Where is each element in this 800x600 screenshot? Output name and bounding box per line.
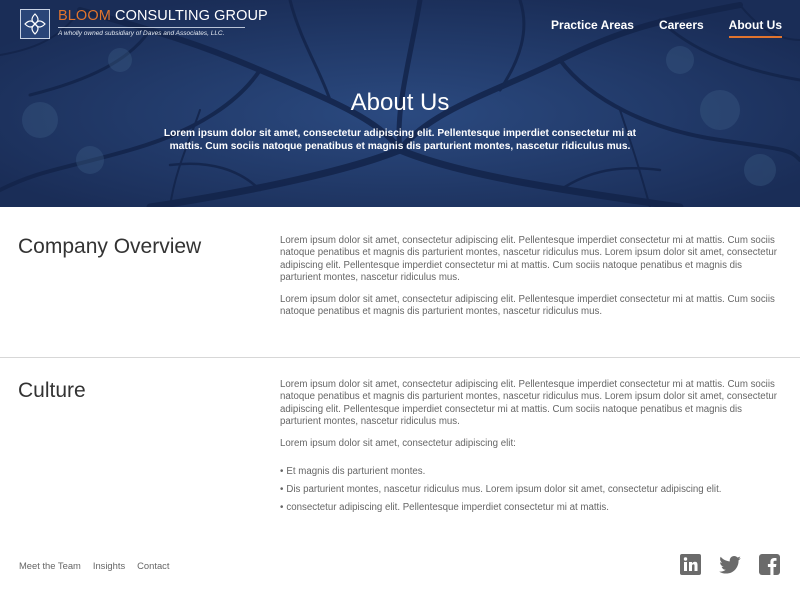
company-overview-heading: Company Overview bbox=[18, 235, 202, 258]
linkedin-icon[interactable] bbox=[680, 554, 701, 580]
logo-emblem-icon bbox=[20, 9, 50, 39]
page-title: About Us bbox=[350, 89, 450, 116]
bullet-glyph: • bbox=[280, 484, 284, 496]
hero-intro-text: Lorem ipsum dolor sit amet, consectetur … bbox=[163, 128, 637, 152]
facebook-icon[interactable] bbox=[759, 554, 780, 580]
logo-divider bbox=[58, 26, 245, 28]
hero-banner: BLOOM CONSULTING GROUP A wholly owned su… bbox=[0, 0, 800, 207]
overview-paragraph: Lorem ipsum dolor sit amet, consectetur … bbox=[280, 235, 777, 283]
company-overview-body: Lorem ipsum dolor sit amet, consectetur … bbox=[280, 235, 784, 329]
site-footer: Meet the Team Insights Contact bbox=[0, 540, 800, 600]
bullet-glyph: • bbox=[280, 466, 284, 478]
list-item-text: Dis parturient montes, nascetur ridiculu… bbox=[286, 484, 722, 496]
twitter-icon[interactable] bbox=[719, 555, 741, 579]
culture-paragraph: Lorem ipsum dolor sit amet, consectetur … bbox=[280, 438, 516, 450]
culture-section: Culture Lorem ipsum dolor sit amet, cons… bbox=[0, 358, 800, 538]
bullet-glyph: • bbox=[280, 502, 284, 514]
footer-link-insights[interactable]: Insights bbox=[93, 560, 125, 571]
main-nav: Practice Areas Careers About Us bbox=[526, 18, 782, 38]
nav-practice-areas[interactable]: Practice Areas bbox=[551, 18, 634, 38]
list-item-text: Et magnis dis parturient montes. bbox=[286, 466, 426, 478]
logo-title-accent: BLOOM bbox=[58, 8, 111, 24]
logo-title: BLOOM CONSULTING GROUP bbox=[58, 9, 268, 24]
list-item: • Et magnis dis parturient montes. bbox=[280, 466, 784, 478]
culture-heading: Culture bbox=[18, 379, 86, 402]
logo-tagline: A wholly owned subsidiary of Daves and A… bbox=[58, 29, 225, 37]
logo-title-rest: CONSULTING GROUP bbox=[110, 8, 268, 24]
culture-body: Lorem ipsum dolor sit amet, consectetur … bbox=[280, 379, 784, 520]
list-item: • consectetur adipiscing elit. Pellentesq… bbox=[280, 502, 784, 514]
social-links bbox=[662, 554, 780, 580]
nav-about-us[interactable]: About Us bbox=[728, 18, 782, 38]
footer-links: Meet the Team Insights Contact bbox=[19, 560, 181, 571]
overview-paragraph: Lorem ipsum dolor sit amet, consectetur … bbox=[280, 294, 775, 318]
culture-bullet-list: • Et magnis dis parturient montes. • Dis p… bbox=[280, 466, 784, 514]
footer-link-contact[interactable]: Contact bbox=[137, 560, 169, 571]
list-item-text: consectetur adipiscing elit. Pellentesqu… bbox=[286, 502, 609, 514]
footer-link-meet-the-team[interactable]: Meet the Team bbox=[19, 560, 81, 571]
culture-paragraph: Lorem ipsum dolor sit amet, consectetur … bbox=[280, 379, 777, 427]
company-overview-section: Company Overview Lorem ipsum dolor sit a… bbox=[0, 207, 800, 358]
nav-careers[interactable]: Careers bbox=[659, 18, 704, 38]
company-logo[interactable]: BLOOM CONSULTING GROUP A wholly owned su… bbox=[20, 9, 268, 39]
list-item: • Dis parturient montes, nascetur ridicul… bbox=[280, 484, 784, 496]
